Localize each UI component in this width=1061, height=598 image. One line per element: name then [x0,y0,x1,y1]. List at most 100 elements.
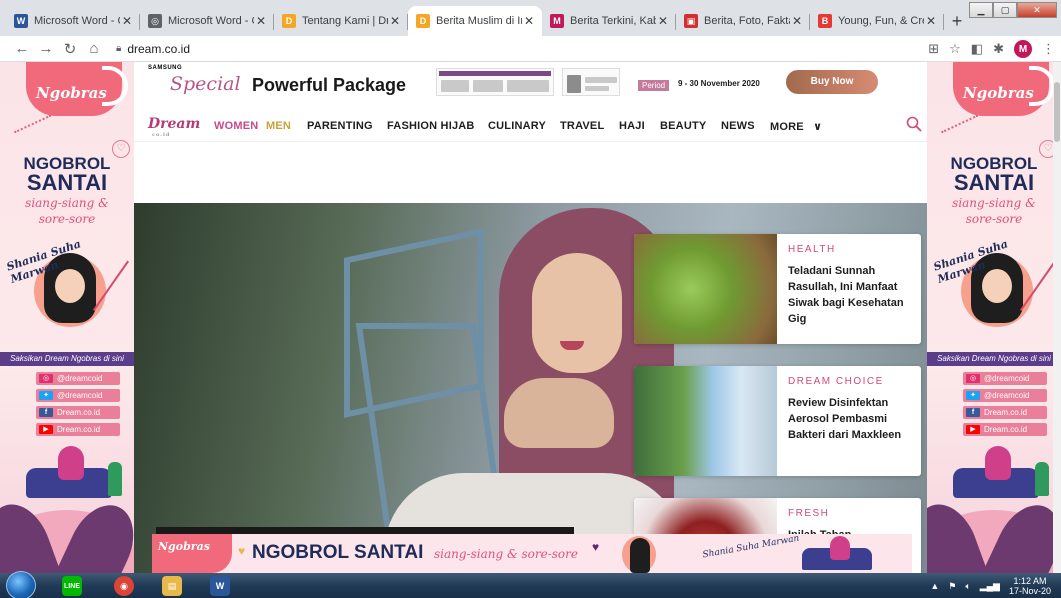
reload-icon[interactable]: ↻ [58,40,82,58]
social-instagram[interactable]: ◎ @dreamcoid [963,372,1047,385]
home-icon[interactable]: ⌂ [82,40,106,57]
page-scrollbar[interactable] [1053,62,1061,573]
close-tab-icon[interactable]: ✕ [656,14,670,28]
browser-toolbar: ← → ↻ ⌂ 🔒︎ dream.co.id ⊞ ☆ ◧ ✱ M ⋮ [0,36,1061,62]
social-instagram[interactable]: ◎ @dreamcoid [36,372,120,385]
social-youtube[interactable]: ▶ Dream.co.id [36,423,120,436]
bottom-sticky-banner[interactable]: Ngobras ♥ NGOBROL SANTAI siang-siang & s… [152,534,912,573]
start-button[interactable] [6,571,36,598]
article-title[interactable]: Teladani Sunnah Rasullah, Ini Manfaat Si… [788,263,912,327]
word-app-icon: W [210,576,230,596]
taskbar-word[interactable]: W [200,575,240,597]
banner-title-line2: SANTAI [953,170,1035,195]
social-youtube[interactable]: ▶ Dream.co.id [963,423,1047,436]
ad-period-value: 9 - 30 November 2020 [678,79,760,88]
lounge-illustration [20,442,122,502]
article-category[interactable]: FRESH [788,508,829,519]
close-tab-icon[interactable]: ✕ [522,14,536,28]
word-doc-icon: W [14,14,28,28]
browser-tab[interactable]: D Berita Muslim di In ✕ [408,6,542,36]
social-twitter[interactable]: ✦ @dreamcoid [963,389,1047,402]
nav-culinary[interactable]: CULINARY [488,120,546,132]
chrome-app-icon: ◉ [114,576,134,596]
nav-parenting[interactable]: PARENTING [307,120,373,132]
search-icon[interactable] [906,116,922,132]
instagram-icon: ◎ [39,374,53,383]
window-controls: ▁ ▢ ✕ [969,2,1057,18]
close-tab-icon[interactable]: ✕ [120,14,134,28]
close-tab-icon[interactable]: ✕ [790,14,804,28]
social-facebook[interactable]: f Dream.co.id [963,406,1047,419]
tray-arrow-icon[interactable]: ▲ [930,581,939,591]
translate-icon[interactable]: ⊞ [928,41,939,57]
article-category[interactable]: DREAM CHOICE [788,376,884,387]
nav-beauty[interactable]: BEAUTY [660,120,706,132]
nav-news[interactable]: NEWS [721,120,755,132]
maximize-button[interactable]: ▢ [993,2,1017,18]
browser-tab[interactable]: M Berita Terkini, Kaba ✕ [542,6,676,36]
address-bar[interactable]: dream.co.id [127,42,190,56]
profile-avatar[interactable]: M [1014,40,1032,58]
social-facebook[interactable]: f Dream.co.id [36,406,120,419]
forward-icon[interactable]: → [34,40,58,57]
social-twitter[interactable]: ✦ @dreamcoid [36,389,120,402]
article-card[interactable]: DREAM CHOICE Review Disinfektan Aerosol … [634,366,921,476]
tab-title: Berita, Foto, Fakta [704,15,790,27]
new-tab-button[interactable]: + [944,6,970,36]
back-icon[interactable]: ← [10,40,34,57]
taskbar-chrome[interactable]: ◉ [104,575,144,597]
bookmark-star-icon[interactable]: ☆ [949,41,961,57]
browser-tab[interactable]: W Microsoft Word - C ✕ [6,6,140,36]
nav-women[interactable]: WOMEN [214,120,258,132]
browser-tab[interactable]: B Young, Fun, & Crea✕ [810,6,944,36]
top-ad-banner[interactable]: SAMSUNG Special Powerful Package Period … [134,62,927,106]
facebook-icon: f [39,408,53,417]
tab-title: Tentang Kami | Dre [302,15,388,27]
nav-more[interactable]: MORE ∨ [770,120,822,133]
clock-date: 17-Nov-20 [1008,586,1051,596]
close-tab-icon[interactable]: ✕ [254,14,268,28]
close-window-button[interactable]: ✕ [1017,2,1057,18]
tab-title: Young, Fun, & Crea [838,15,924,27]
nav-haji[interactable]: HAJI [619,120,645,132]
ad-package-box [436,68,554,96]
line-app-icon: LINE [62,576,82,596]
taskbar-line[interactable]: LINE [52,575,92,597]
puzzle-icon[interactable]: ✱ [993,41,1004,57]
volume-icon[interactable]: 🔈︎ [965,581,970,592]
clock[interactable]: 1:12 AM 17-Nov-20 [1009,576,1051,596]
extension-icon[interactable]: ◧ [971,41,983,57]
close-tab-icon[interactable]: ✕ [388,14,402,28]
browser-tab[interactable]: ▣ Berita, Foto, Fakta ✕ [676,6,810,36]
taskbar-explorer[interactable]: ▤ [152,575,192,597]
article-thumbnail [634,234,777,344]
close-tab-icon[interactable]: ✕ [924,14,938,28]
nav-men[interactable]: MEN [266,120,291,132]
nav-travel[interactable]: TRAVEL [560,120,604,132]
lock-icon[interactable]: 🔒︎ [116,43,121,54]
article-title[interactable]: Review Disinfektan Aerosol Pembasmi Bakt… [788,395,912,443]
article-card[interactable]: HEALTH Teladani Sunnah Rasullah, Ini Man… [634,234,921,344]
flag-icon[interactable]: ⚑ [948,581,956,592]
dream-logo[interactable]: Dream co.id [148,116,200,138]
minimize-button[interactable]: ▁ [969,2,993,18]
browser-tab[interactable]: D Tentang Kami | Dre ✕ [274,6,408,36]
instagram-icon: ◎ [966,374,980,383]
main-content: SAMSUNG Special Powerful Package Period … [134,62,927,573]
left-side-banner[interactable]: Ngobras ♡ NGOBROL SANTAI siang-siang & s… [0,62,134,573]
buy-now-button[interactable]: Buy Now [786,70,878,94]
browser-tab[interactable]: ◎ Microsoft Word - C ✕ [140,6,274,36]
youtube-icon: ▶ [966,425,980,434]
ngobras-logo: Ngobras [152,534,232,573]
menu-kebab-icon[interactable]: ⋮ [1042,41,1055,57]
hero-feature[interactable]: HEALTH Teladani Sunnah Rasullah, Ini Man… [134,203,927,573]
banner-script-line2: sore-sore [965,212,1023,226]
right-side-banner[interactable]: Ngobras ♡ NGOBROL SANTAI siang-siang & s… [927,62,1061,573]
article-category[interactable]: HEALTH [788,244,836,255]
ad-headline: Powerful Package [252,75,407,95]
network-icon[interactable]: ▂▄▆ [980,581,1000,592]
scrollbar-thumb[interactable] [1054,82,1060,142]
nav-fashion-hijab[interactable]: FASHION HIJAB [387,120,475,132]
heart-icon: ♥ [592,540,600,554]
page-viewport: Ngobras ♡ NGOBROL SANTAI siang-siang & s… [0,62,1061,573]
